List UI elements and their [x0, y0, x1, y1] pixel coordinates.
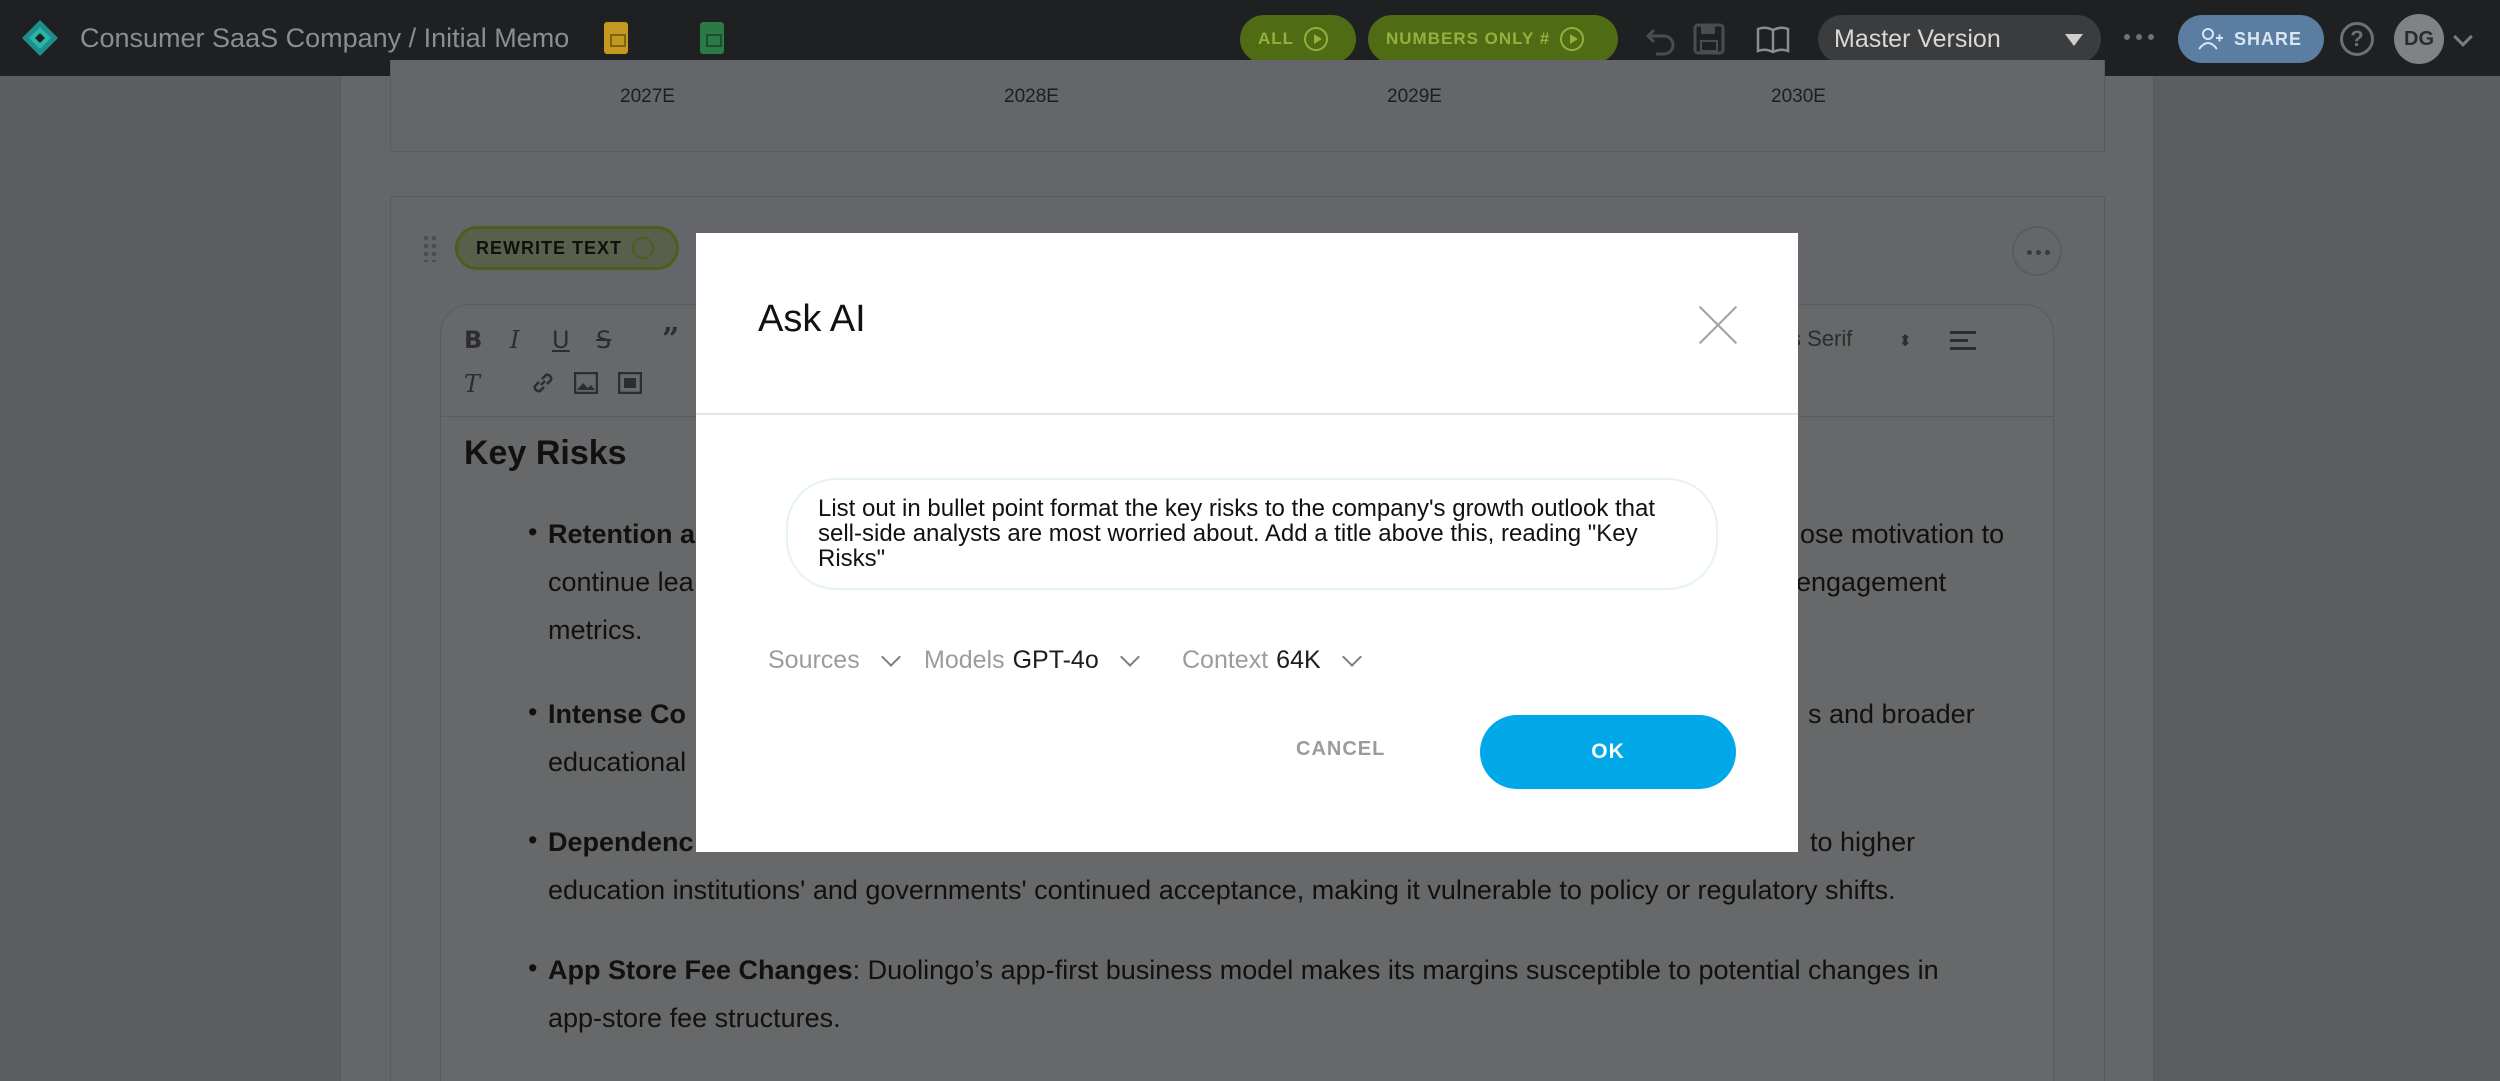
bullet-text-tail: ose motivation to — [1800, 519, 2005, 549]
run-all-button[interactable]: ALL — [1240, 15, 1356, 63]
sources-label: Sources — [768, 646, 860, 674]
help-icon[interactable]: ? — [2340, 22, 2374, 56]
chart-axis-label: 2028E — [1004, 86, 1059, 107]
bullet-title: Dependenc — [548, 827, 694, 857]
prompt-input[interactable]: List out in bullet point format the key … — [786, 478, 1718, 590]
play-icon — [1560, 27, 1585, 51]
more-options-icon[interactable] — [2124, 34, 2154, 40]
link-icon[interactable] — [530, 370, 556, 396]
bullet-text-tail: s and broader — [1808, 699, 1975, 729]
bullet-text-line: education institutions' and governments'… — [548, 875, 1896, 905]
document-title: Consumer SaaS Company / Initial Memo — [80, 23, 570, 53]
rewrite-text-label: REWRITE TEXT — [476, 237, 622, 258]
chevron-down-icon — [880, 646, 901, 667]
version-select[interactable]: Master Version — [1818, 15, 2101, 63]
bold-icon[interactable]: B — [464, 326, 482, 354]
chart-axis-label: 2027E — [620, 86, 675, 107]
underline-icon[interactable]: U — [552, 326, 570, 354]
image-icon[interactable] — [574, 372, 598, 394]
models-value: GPT-4o — [1012, 646, 1099, 674]
save-icon[interactable] — [1692, 22, 1726, 56]
context-dropdown[interactable]: Context 64K — [1182, 646, 1362, 675]
font-select[interactable]: s Serif ⬍ — [1790, 326, 1912, 352]
dialog-divider — [696, 413, 1798, 415]
context-label: Context — [1182, 646, 1269, 674]
close-icon[interactable] — [1698, 305, 1738, 345]
sources-dropdown[interactable]: Sources — [768, 646, 901, 675]
chevron-updown-icon: ⬍ — [1898, 333, 1912, 350]
context-value: 64K — [1276, 646, 1321, 674]
bullet-title: Intense Co — [548, 699, 687, 729]
undo-icon[interactable] — [1644, 22, 1678, 56]
share-label: SHARE — [2234, 28, 2303, 49]
bullet-text-line: continue lea — [548, 567, 694, 597]
slides-icon[interactable] — [604, 22, 628, 54]
chevron-down-icon[interactable] — [2453, 27, 2473, 47]
chevron-down-icon — [1119, 646, 1140, 667]
user-share-icon — [2198, 28, 2223, 50]
align-icon[interactable] — [1950, 330, 1976, 352]
bullet-text-tail: to higher — [1810, 827, 1916, 857]
content-heading: Key Risks — [464, 434, 627, 472]
ok-button[interactable]: OK — [1480, 715, 1736, 789]
bullet-icon: • — [528, 697, 538, 727]
book-icon[interactable] — [1756, 22, 1790, 56]
cancel-button[interactable]: CANCEL — [1296, 738, 1385, 761]
dialog-title: Ask AI — [758, 298, 866, 340]
video-icon[interactable] — [618, 372, 642, 394]
bullet-text-tail: engagement — [1796, 567, 1947, 597]
block-menu-button[interactable] — [2012, 226, 2062, 276]
clear-format-icon[interactable]: T — [464, 370, 480, 398]
play-icon — [632, 237, 654, 259]
chevron-down-icon — [2065, 34, 2083, 46]
run-all-label: ALL — [1258, 29, 1295, 48]
numbers-only-button[interactable]: NUMBERS ONLY # — [1368, 15, 1618, 63]
logo-icon[interactable] — [22, 20, 58, 56]
sheets-icon[interactable] — [700, 22, 724, 54]
bullet-text: App Store Fee Changes: Duolingo’s app-fi… — [548, 946, 2038, 994]
chart-axis-label: 2030E — [1771, 86, 1826, 107]
bullet-title: App Store Fee Changes — [548, 955, 853, 985]
font-select-label: s Serif — [1790, 326, 1853, 351]
bullet-body: : Duolingo’s app-first business model ma… — [852, 955, 1939, 985]
chevron-down-icon — [1341, 646, 1362, 667]
play-icon — [1304, 27, 1329, 51]
quote-icon[interactable]: ” — [662, 322, 679, 357]
version-label: Master Version — [1834, 24, 2001, 53]
bullet-text-line: app-store fee structures. — [548, 1003, 841, 1033]
bullet-icon: • — [528, 953, 538, 983]
drag-handle-icon[interactable] — [422, 234, 438, 262]
share-button[interactable]: SHARE — [2178, 15, 2324, 63]
italic-icon[interactable]: I — [510, 326, 519, 354]
numbers-only-label: NUMBERS ONLY # — [1386, 29, 1551, 48]
strikethrough-icon[interactable]: S — [596, 326, 611, 354]
bullet-icon: • — [528, 517, 538, 547]
ask-ai-dialog: Ask AI List out in bullet point format t… — [696, 233, 1798, 852]
chart-axis-label: 2029E — [1387, 86, 1442, 107]
bullet-title: Retention a — [548, 519, 696, 549]
models-label: Models — [924, 646, 1005, 674]
avatar[interactable]: DG — [2394, 14, 2444, 64]
models-dropdown[interactable]: Models GPT-4o — [924, 646, 1140, 675]
rewrite-text-button[interactable]: REWRITE TEXT — [455, 226, 679, 270]
bullet-icon: • — [528, 825, 538, 855]
